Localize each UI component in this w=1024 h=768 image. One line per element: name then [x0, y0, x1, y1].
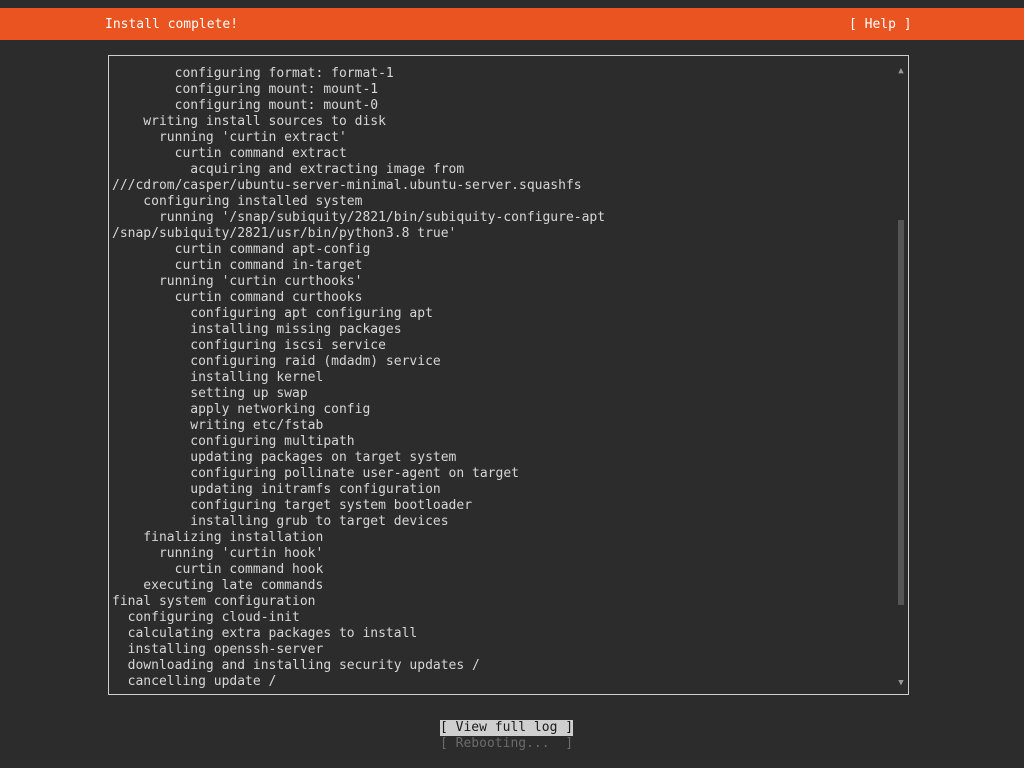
log-line: configuring format: format-1 — [112, 66, 394, 81]
title-bar: Install complete! [ Help ] — [0, 8, 1024, 40]
log-line: configuring iscsi service — [112, 338, 386, 353]
log-line: curtin command apt-config — [112, 242, 371, 257]
log-line: acquiring and extracting image from — [112, 162, 465, 177]
log-line: curtin command curthooks — [112, 290, 363, 305]
log-line: calculating extra packages to install — [112, 626, 418, 641]
log-line: /snap/subiquity/2821/usr/bin/python3.8 t… — [112, 226, 457, 241]
log-line: configuring cloud-init — [112, 610, 300, 625]
log-line: running 'curtin curthooks' — [112, 274, 363, 289]
log-line: configuring apt configuring apt — [112, 306, 433, 321]
log-line: curtin command hook — [112, 562, 324, 577]
log-line: executing late commands — [112, 578, 324, 593]
log-line: configuring pollinate user-agent on targ… — [112, 466, 519, 481]
install-log: configuring format: format-1 configuring… — [112, 66, 894, 690]
log-line: configuring installed system — [112, 194, 363, 209]
log-line: updating initramfs configuration — [112, 482, 441, 497]
log-line: updating packages on target system — [112, 450, 457, 465]
help-button[interactable]: [ Help ] — [849, 17, 912, 33]
scrollbar-track[interactable] — [898, 80, 904, 680]
view-full-log-button[interactable]: [ View full log ] — [440, 720, 574, 736]
log-line: running 'curtin extract' — [112, 130, 347, 145]
log-line: apply networking config — [112, 402, 371, 417]
log-line: configuring multipath — [112, 434, 355, 449]
log-line: curtin command in-target — [112, 258, 363, 273]
scroll-down-arrow-icon[interactable]: ▼ — [897, 678, 905, 688]
log-line: installing openssh-server — [112, 642, 324, 657]
scroll-up-arrow-icon[interactable]: ▲ — [897, 66, 905, 76]
install-log-panel[interactable]: configuring format: format-1 configuring… — [108, 55, 909, 695]
log-line: writing install sources to disk — [112, 114, 386, 129]
log-line: final system configuration — [112, 594, 316, 609]
scrollbar-thumb[interactable] — [898, 220, 904, 605]
log-line: installing missing packages — [112, 322, 402, 337]
log-line: downloading and installing security upda… — [112, 658, 480, 673]
log-line: ///cdrom/casper/ubuntu-server-minimal.ub… — [112, 178, 582, 193]
log-line: configuring raid (mdadm) service — [112, 354, 441, 369]
log-line: configuring mount: mount-0 — [112, 98, 379, 113]
log-line: configuring mount: mount-1 — [112, 82, 379, 97]
log-line: finalizing installation — [112, 530, 324, 545]
page-title: Install complete! — [105, 17, 239, 32]
log-line: setting up swap — [112, 386, 308, 401]
log-line: configuring target system bootloader — [112, 498, 473, 513]
log-line: cancelling update / — [112, 674, 277, 689]
log-line: curtin command extract — [112, 146, 347, 161]
log-line: installing kernel — [112, 370, 324, 385]
log-line: running '/snap/subiquity/2821/bin/subiqu… — [112, 210, 606, 225]
log-line: running 'curtin hook' — [112, 546, 324, 561]
log-line: installing grub to target devices — [112, 514, 449, 529]
rebooting-button: [ Rebooting... ] — [440, 736, 574, 751]
log-line: writing etc/fstab — [112, 418, 324, 433]
